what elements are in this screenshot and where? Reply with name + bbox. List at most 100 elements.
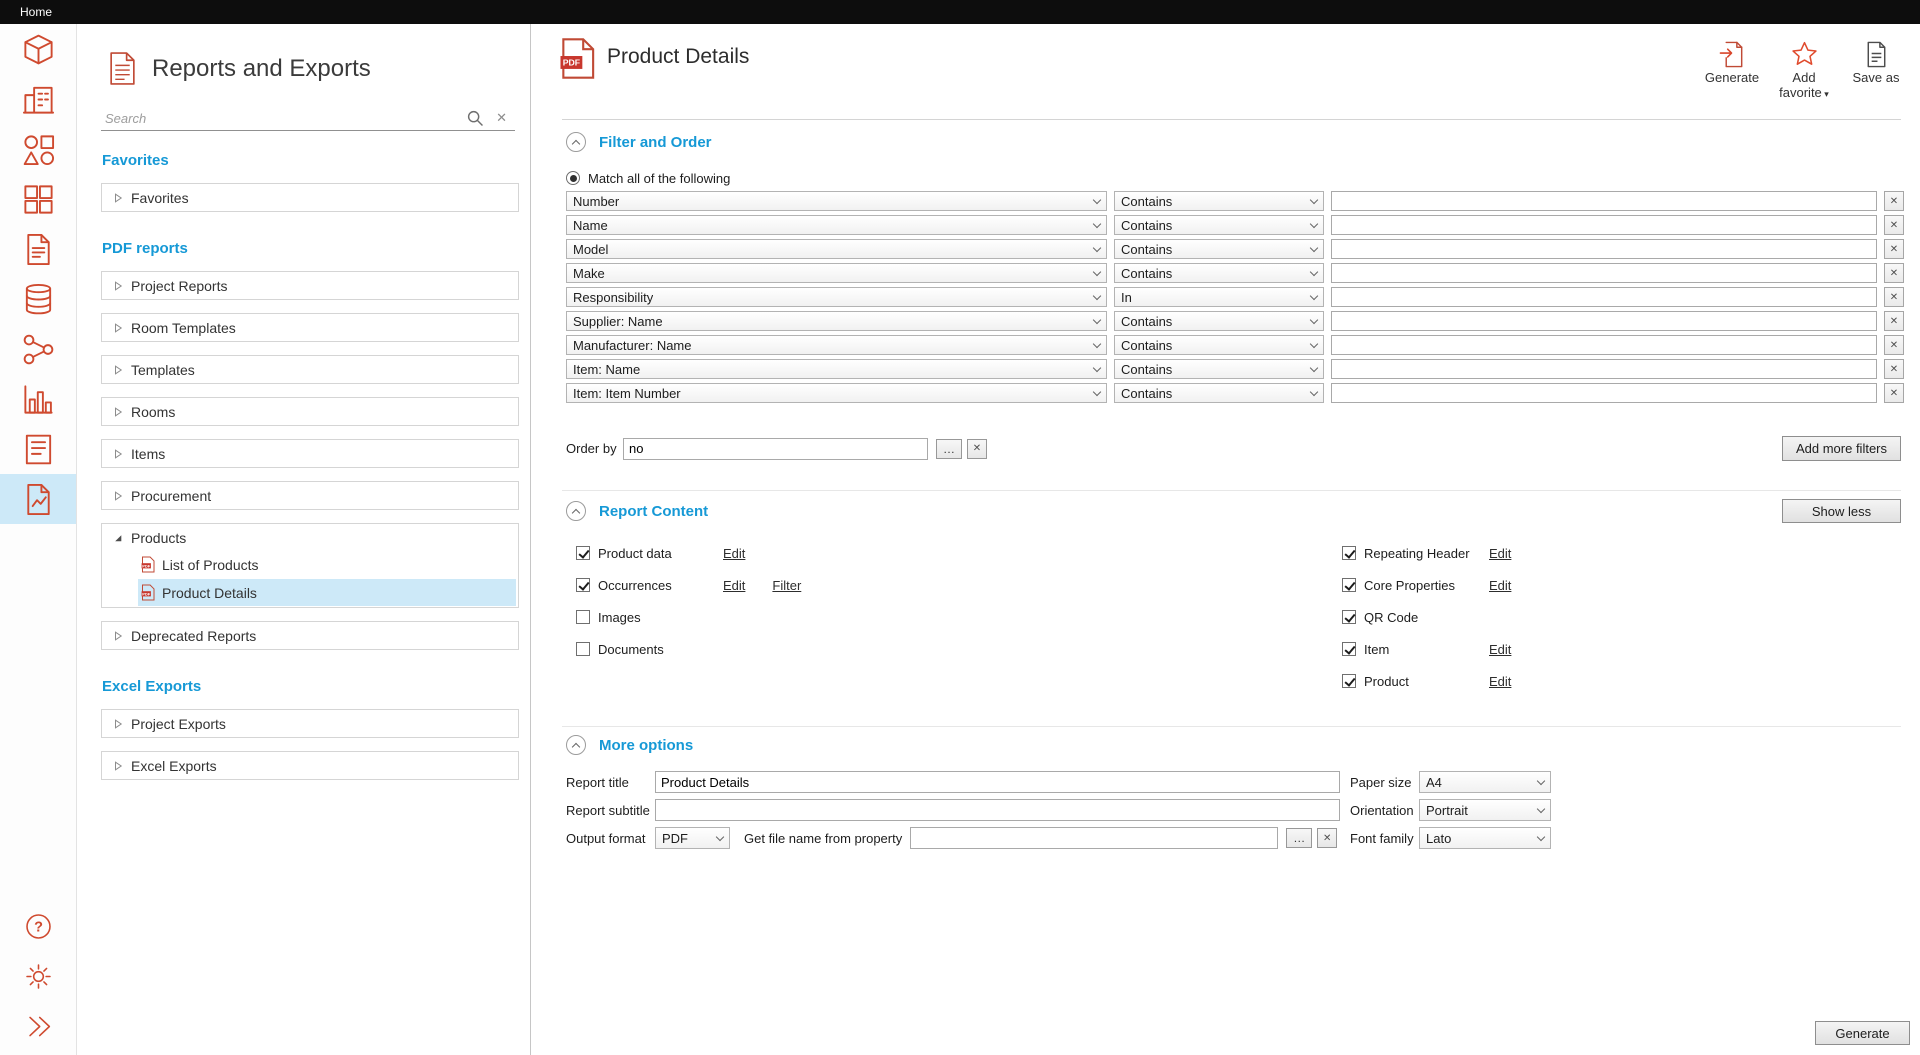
- sidebar-item-excel-exports[interactable]: Excel Exports: [101, 751, 519, 780]
- file-name-property-input[interactable]: [910, 827, 1278, 849]
- tree-item-row[interactable]: Procurement: [102, 482, 518, 509]
- rail-item-specifications[interactable]: [0, 424, 76, 474]
- expand-tree-icon[interactable]: [113, 281, 123, 291]
- report-subtitle-input[interactable]: [655, 799, 1340, 821]
- match-all-radio[interactable]: Match all of the following: [566, 170, 1901, 186]
- order-by-browse-button[interactable]: …: [936, 439, 962, 459]
- rail-item-site[interactable]: [0, 24, 76, 74]
- sidebar-item-list-of-products[interactable]: PDFList of Products: [138, 551, 516, 578]
- filter-operator-select[interactable]: Contains: [1114, 191, 1324, 211]
- filter-link[interactable]: Filter: [772, 578, 801, 593]
- filter-value-input[interactable]: [1331, 239, 1877, 259]
- remove-filter-button[interactable]: ✕: [1884, 287, 1904, 307]
- report-title-input[interactable]: [655, 771, 1340, 793]
- filter-operator-select[interactable]: Contains: [1114, 383, 1324, 403]
- expand-tree-icon[interactable]: [113, 491, 123, 501]
- tree-item-row[interactable]: Room Templates: [102, 314, 518, 341]
- expand-tree-icon[interactable]: [113, 719, 123, 729]
- collapse-tree-icon[interactable]: [113, 533, 123, 543]
- tree-item-row[interactable]: Rooms: [102, 398, 518, 425]
- remove-filter-button[interactable]: ✕: [1884, 263, 1904, 283]
- edit-link[interactable]: Edit: [1489, 546, 1511, 561]
- tree-item-row[interactable]: Items: [102, 440, 518, 467]
- filter-value-input[interactable]: [1331, 335, 1877, 355]
- tree-item-row[interactable]: Project Exports: [102, 710, 518, 737]
- remove-filter-button[interactable]: ✕: [1884, 359, 1904, 379]
- tree-item-row[interactable]: Favorites: [102, 184, 518, 211]
- generate-button[interactable]: Generate: [1701, 40, 1763, 86]
- file-name-clear-button[interactable]: ✕: [1317, 828, 1337, 848]
- checkbox-unchecked[interactable]: [576, 610, 590, 624]
- filter-operator-select[interactable]: Contains: [1114, 311, 1324, 331]
- rail-item-buildings[interactable]: [0, 74, 76, 124]
- tree-item-row[interactable]: Project Reports: [102, 272, 518, 299]
- sidebar-item-project-exports[interactable]: Project Exports: [101, 709, 519, 738]
- edit-link[interactable]: Edit: [723, 546, 745, 561]
- tree-item-row[interactable]: Products: [102, 524, 518, 551]
- filter-value-input[interactable]: [1331, 263, 1877, 283]
- rail-item-expand[interactable]: [0, 1001, 76, 1051]
- expand-tree-icon[interactable]: [113, 407, 123, 417]
- collapse-more-section-button[interactable]: [566, 735, 586, 755]
- tree-item-row[interactable]: Templates: [102, 356, 518, 383]
- filter-operator-select[interactable]: Contains: [1114, 239, 1324, 259]
- sidebar-item-rooms[interactable]: Rooms: [101, 397, 519, 426]
- save-as-button[interactable]: Save as: [1845, 40, 1907, 86]
- order-by-clear-button[interactable]: ✕: [967, 439, 987, 459]
- rail-item-statistics[interactable]: [0, 374, 76, 424]
- font-family-select[interactable]: Lato: [1419, 827, 1551, 849]
- show-less-button[interactable]: Show less: [1782, 499, 1901, 523]
- sidebar-item-project-reports[interactable]: Project Reports: [101, 271, 519, 300]
- add-more-filters-button[interactable]: Add more filters: [1782, 436, 1901, 461]
- sidebar-item-procurement[interactable]: Procurement: [101, 481, 519, 510]
- sidebar-item-templates[interactable]: Templates: [101, 355, 519, 384]
- filter-field-select[interactable]: Name: [566, 215, 1107, 235]
- filter-value-input[interactable]: [1331, 287, 1877, 307]
- filter-field-select[interactable]: Responsibility: [566, 287, 1107, 307]
- sidebar-item-favorites[interactable]: Favorites: [101, 183, 519, 212]
- filter-operator-select[interactable]: Contains: [1114, 263, 1324, 283]
- add-favorite-button[interactable]: Add favorite ▾: [1773, 40, 1835, 101]
- rail-item-database[interactable]: [0, 274, 76, 324]
- tree-item-row[interactable]: Deprecated Reports: [102, 622, 518, 649]
- expand-tree-icon[interactable]: [113, 631, 123, 641]
- expand-tree-icon[interactable]: [113, 761, 123, 771]
- collapse-filter-section-button[interactable]: [566, 132, 586, 152]
- checkbox-checked[interactable]: [1342, 578, 1356, 592]
- checkbox-checked[interactable]: [576, 546, 590, 560]
- rail-item-help[interactable]: ?: [0, 901, 76, 951]
- remove-filter-button[interactable]: ✕: [1884, 335, 1904, 355]
- filter-value-input[interactable]: [1331, 215, 1877, 235]
- home-menu[interactable]: Home: [20, 5, 52, 19]
- orientation-select[interactable]: Portrait: [1419, 799, 1551, 821]
- output-format-select[interactable]: PDF: [655, 827, 730, 849]
- rail-item-documents[interactable]: [0, 224, 76, 274]
- checkbox-checked[interactable]: [576, 578, 590, 592]
- tree-item-row[interactable]: Excel Exports: [102, 752, 518, 779]
- checkbox-unchecked[interactable]: [576, 642, 590, 656]
- remove-filter-button[interactable]: ✕: [1884, 191, 1904, 211]
- filter-operator-select[interactable]: Contains: [1114, 335, 1324, 355]
- edit-link[interactable]: Edit: [723, 578, 745, 593]
- filter-field-select[interactable]: Manufacturer: Name: [566, 335, 1107, 355]
- filter-operator-select[interactable]: Contains: [1114, 359, 1324, 379]
- expand-tree-icon[interactable]: [113, 365, 123, 375]
- expand-tree-icon[interactable]: [113, 323, 123, 333]
- filter-field-select[interactable]: Number: [566, 191, 1107, 211]
- filter-value-input[interactable]: [1331, 383, 1877, 403]
- remove-filter-button[interactable]: ✕: [1884, 239, 1904, 259]
- remove-filter-button[interactable]: ✕: [1884, 215, 1904, 235]
- rail-item-reports[interactable]: [0, 474, 76, 524]
- edit-link[interactable]: Edit: [1489, 642, 1511, 657]
- sidebar-item-product-details[interactable]: PDFProduct Details: [138, 579, 516, 606]
- sidebar-item-products[interactable]: ProductsPDFList of ProductsPDFProduct De…: [101, 523, 519, 608]
- filter-field-select[interactable]: Item: Item Number: [566, 383, 1107, 403]
- order-by-input[interactable]: [623, 438, 928, 460]
- expand-tree-icon[interactable]: [113, 449, 123, 459]
- checkbox-checked[interactable]: [1342, 642, 1356, 656]
- sidebar-item-items[interactable]: Items: [101, 439, 519, 468]
- rail-item-shapes[interactable]: [0, 124, 76, 174]
- filter-field-select[interactable]: Make: [566, 263, 1107, 283]
- collapse-content-section-button[interactable]: [566, 501, 586, 521]
- paper-size-select[interactable]: A4: [1419, 771, 1551, 793]
